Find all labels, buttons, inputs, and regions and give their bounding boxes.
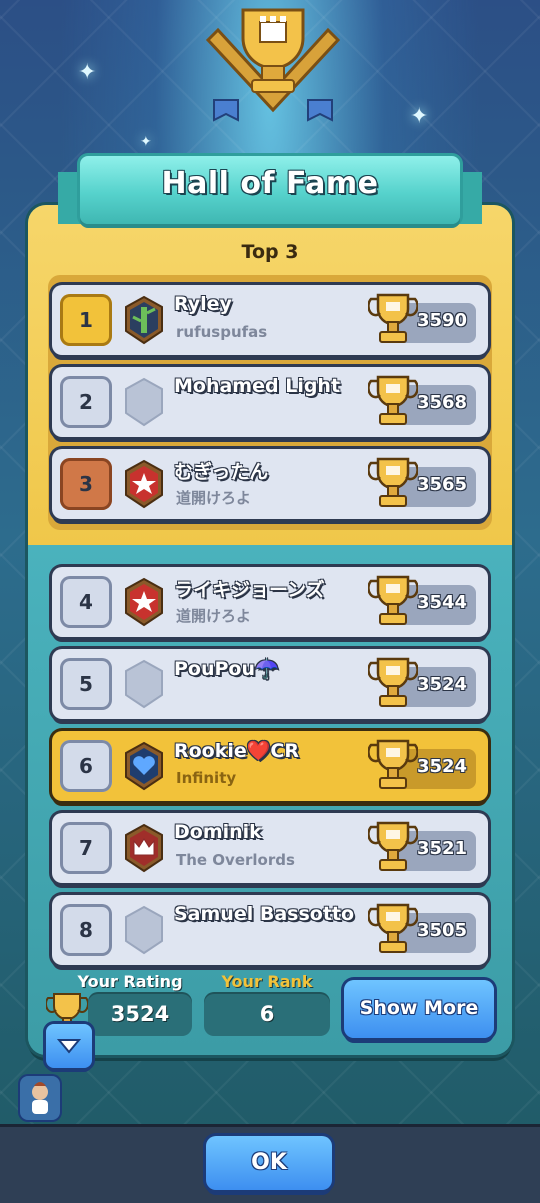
trophy-count: 3565	[416, 474, 468, 495]
sparkle-icon: ✦	[410, 104, 429, 129]
ok-button[interactable]: OK	[206, 1136, 332, 1190]
bamboo-badge-icon	[125, 295, 163, 345]
trophy-icon	[368, 903, 418, 953]
player-name: Mohamed Light	[174, 375, 341, 397]
trophy-count: 3590	[416, 310, 468, 331]
hall-of-fame-trophy-icon	[205, 8, 341, 122]
section-title: Top 3	[241, 241, 299, 263]
trophy-icon	[368, 657, 418, 707]
crown-badge-icon	[125, 823, 163, 873]
player-name: ライキジョーンズ	[174, 579, 325, 601]
rank-number: 8	[60, 904, 112, 956]
empty-badge-icon	[125, 659, 163, 709]
player-name: Samuel Bassotto	[174, 903, 355, 925]
trophy-icon	[368, 575, 418, 625]
rank-number: 6	[60, 740, 112, 792]
clan-name: Infinity	[176, 769, 237, 787]
rank-number: 5	[60, 658, 112, 710]
clan-name: 道開けろよ	[176, 489, 252, 507]
heart-badge-icon	[125, 741, 163, 791]
leaderboard-row[interactable]: 3 むぎったん道開けろよ 3565	[52, 449, 488, 519]
avatar-icon	[32, 1082, 48, 1114]
rank-number: 7	[60, 822, 112, 874]
player-avatar-button[interactable]	[20, 1076, 60, 1120]
trophy-count: 3568	[416, 392, 468, 413]
chevron-down-icon	[57, 1039, 81, 1054]
trophy-icon	[368, 293, 418, 343]
star-badge-icon	[125, 459, 163, 509]
leaderboard-row[interactable]: 8 Samuel Bassotto 3505	[52, 895, 488, 965]
clan-name: The Overlords	[176, 851, 295, 869]
clan-name: rufuspufas	[176, 323, 268, 341]
rank-number: 2	[60, 376, 112, 428]
player-name: Rookie❤️CR	[174, 740, 300, 762]
trophy-count: 3524	[416, 756, 468, 777]
rank-number: 4	[60, 576, 112, 628]
trophy-icon	[368, 821, 418, 871]
trophy-count: 3505	[416, 920, 468, 941]
your-rank-value: 6	[204, 992, 330, 1036]
player-name: Ryley	[174, 293, 232, 315]
player-name: むぎったん	[174, 461, 269, 483]
rank-number: 1	[60, 294, 112, 346]
scroll-down-button[interactable]	[46, 1024, 92, 1068]
show-more-button[interactable]: Show More	[344, 980, 494, 1038]
your-rating-label: Your Rating	[77, 972, 183, 991]
leaderboard-row[interactable]: 7 Dominik The Overlords 3521	[52, 813, 488, 883]
rank-number: 3	[60, 458, 112, 510]
your-rating-value: 3524	[88, 992, 192, 1036]
empty-badge-icon	[125, 377, 163, 427]
leaderboard-row[interactable]: 2 Mohamed Light 3568	[52, 367, 488, 437]
your-rank-label: Your Rank	[221, 972, 313, 991]
sparkle-icon: ✦	[78, 60, 97, 85]
player-name: PouPou☂️	[174, 658, 279, 680]
trophy-icon	[368, 739, 418, 789]
leaderboard-row[interactable]: 4 ライキジョーンズ道開けろよ 3544	[52, 567, 488, 637]
page-title: Hall of Fame	[161, 166, 379, 201]
trophy-icon	[368, 457, 418, 507]
trophy-count: 3524	[416, 674, 468, 695]
player-name: Dominik	[174, 821, 262, 843]
trophy-count: 3521	[416, 838, 468, 859]
trophy-count: 3544	[416, 592, 468, 613]
sparkle-icon: ✦	[140, 134, 152, 150]
clan-name: 道開けろよ	[176, 607, 252, 625]
empty-badge-icon	[125, 905, 163, 955]
trophy-icon	[368, 375, 418, 425]
star-badge-icon	[125, 577, 163, 627]
leaderboard-row[interactable]: 5 PouPou☂️ 3524	[52, 649, 488, 719]
leaderboard-row[interactable]: 1 Ryley rufuspufas 3590	[52, 285, 488, 355]
leaderboard-row[interactable]: 6 Rookie❤️CR Infinity 3524	[52, 731, 488, 801]
